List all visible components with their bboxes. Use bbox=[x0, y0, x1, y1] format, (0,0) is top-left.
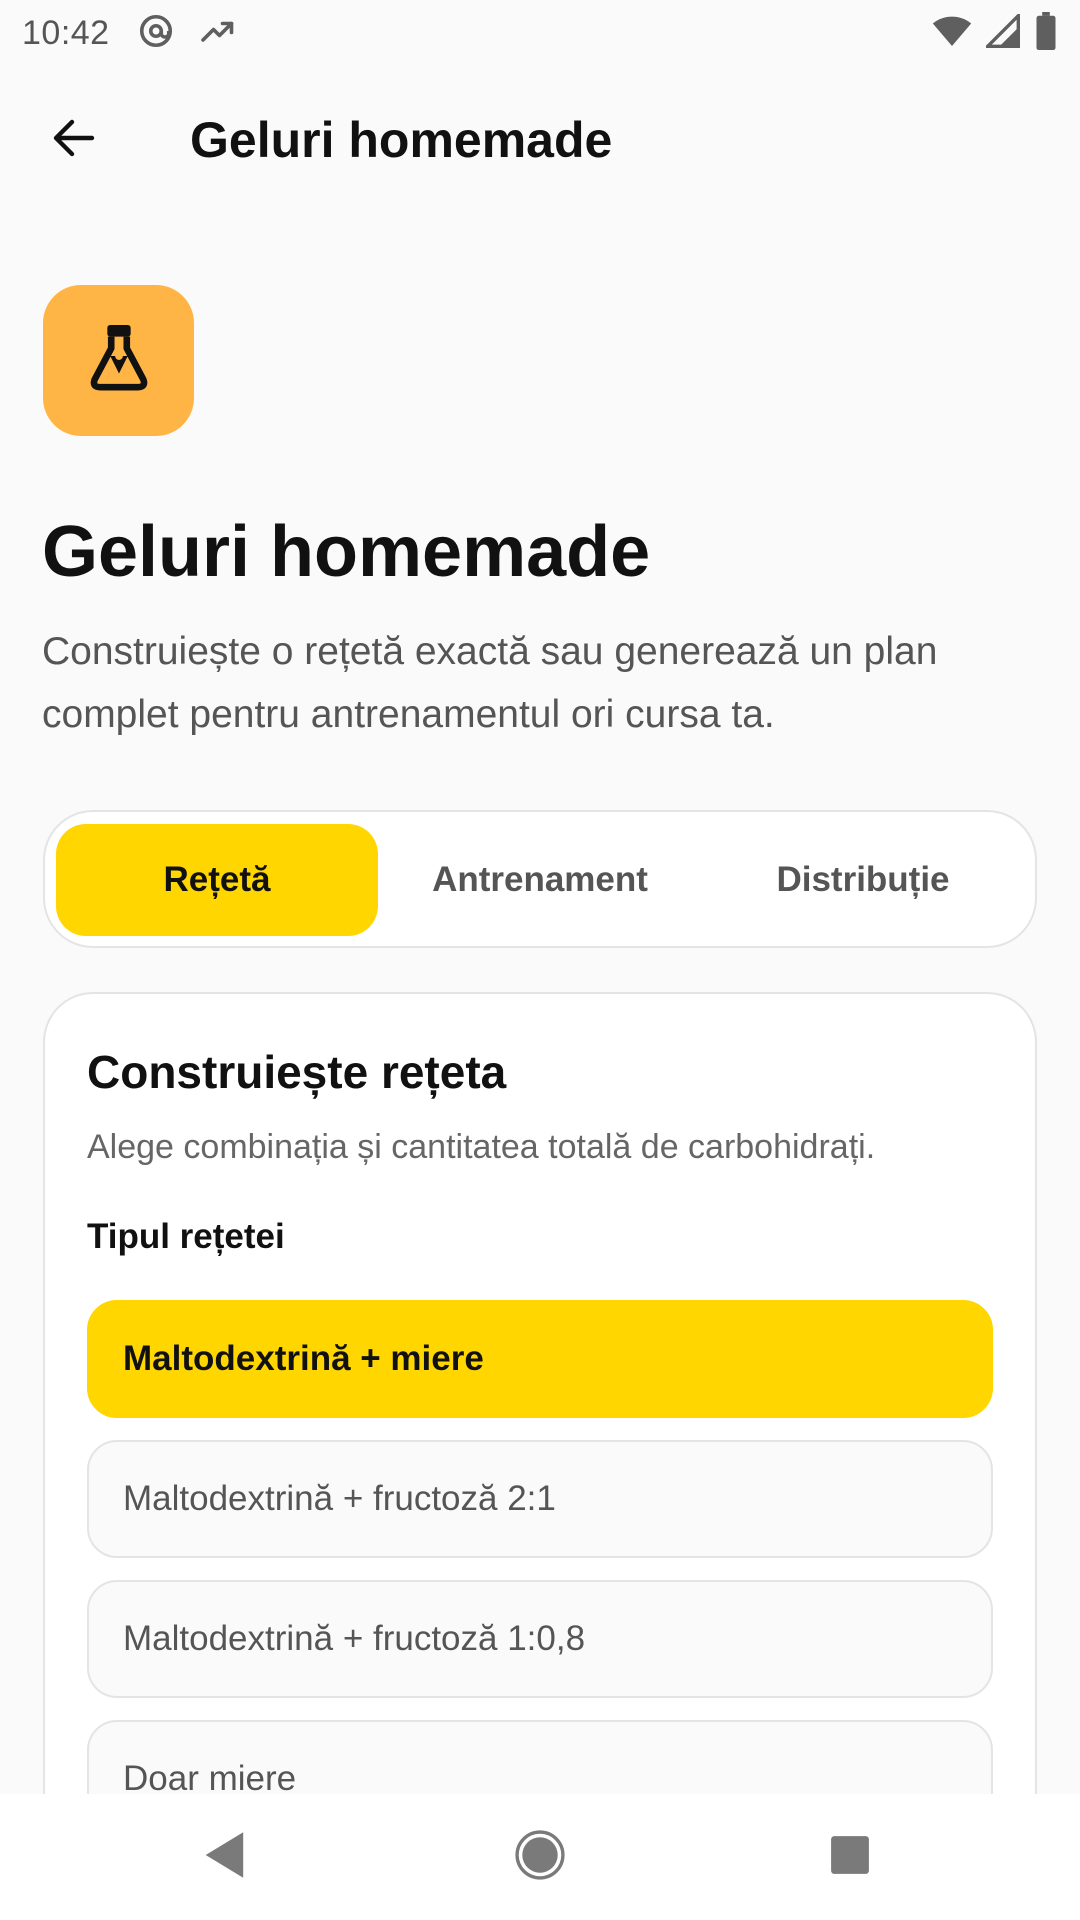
recipe-option-maltodextrin-honey[interactable]: Maltodextrină + miere bbox=[87, 1300, 993, 1418]
status-right-icons bbox=[932, 11, 1058, 55]
app-bar-title: Geluri homemade bbox=[190, 112, 613, 168]
trending-up-icon bbox=[200, 13, 236, 54]
status-time: 10:42 bbox=[22, 13, 110, 52]
recipe-type-label: Tipul rețetei bbox=[87, 1217, 285, 1256]
status-bar: 10:42 bbox=[0, 0, 1080, 66]
back-button[interactable] bbox=[44, 110, 104, 170]
tab-distributie[interactable]: Distribuție bbox=[702, 824, 1024, 936]
page-subtitle: Construiește o rețetă exactă sau generea… bbox=[42, 630, 938, 736]
nav-recents-button[interactable] bbox=[815, 1822, 885, 1892]
wifi-icon bbox=[932, 13, 972, 54]
nav-back-button[interactable] bbox=[190, 1822, 260, 1892]
card-subtitle: Alege combinația și cantitatea totală de… bbox=[87, 1128, 876, 1166]
nav-recents-icon bbox=[829, 1834, 871, 1881]
at-sign-icon bbox=[138, 13, 174, 54]
page-title: Geluri homemade bbox=[42, 512, 651, 592]
nav-back-icon bbox=[202, 1830, 248, 1885]
battery-icon bbox=[1034, 11, 1058, 55]
flask-icon bbox=[87, 323, 151, 398]
option-label: Maltodextrină + miere bbox=[123, 1339, 484, 1378]
arrow-back-icon bbox=[50, 114, 98, 167]
card-title: Construiește rețeta bbox=[87, 1046, 507, 1098]
signal-icon bbox=[983, 11, 1020, 53]
recipe-option-maltodextrin-fructose-2-1[interactable]: Maltodextrină + fructoză 2:1 bbox=[87, 1440, 993, 1558]
system-nav-bar bbox=[0, 1794, 1080, 1920]
recipe-builder-card: Construiește rețeta Alege combinația și … bbox=[43, 992, 1037, 1920]
recipe-option-maltodextrin-fructose-1-0-8[interactable]: Maltodextrină + fructoză 1:0,8 bbox=[87, 1580, 993, 1698]
status-left-icons bbox=[138, 13, 236, 54]
tab-antrenament[interactable]: Antrenament bbox=[379, 824, 701, 936]
nav-home-icon bbox=[515, 1829, 565, 1885]
option-label: Maltodextrină + fructoză 1:0,8 bbox=[123, 1619, 586, 1658]
tab-reteta[interactable]: Rețetă bbox=[56, 824, 378, 936]
option-label: Doar miere bbox=[123, 1759, 297, 1798]
option-label: Maltodextrină + fructoză 2:1 bbox=[123, 1479, 556, 1518]
nav-home-button[interactable] bbox=[505, 1822, 575, 1892]
app-bar: Geluri homemade bbox=[0, 66, 1080, 210]
segmented-tabs: Rețetă Antrenament Distribuție bbox=[43, 810, 1037, 948]
screen: 10:42 Geluri homemade Geluri homemade Co… bbox=[0, 0, 1080, 1920]
hero-icon-tile bbox=[43, 285, 194, 436]
